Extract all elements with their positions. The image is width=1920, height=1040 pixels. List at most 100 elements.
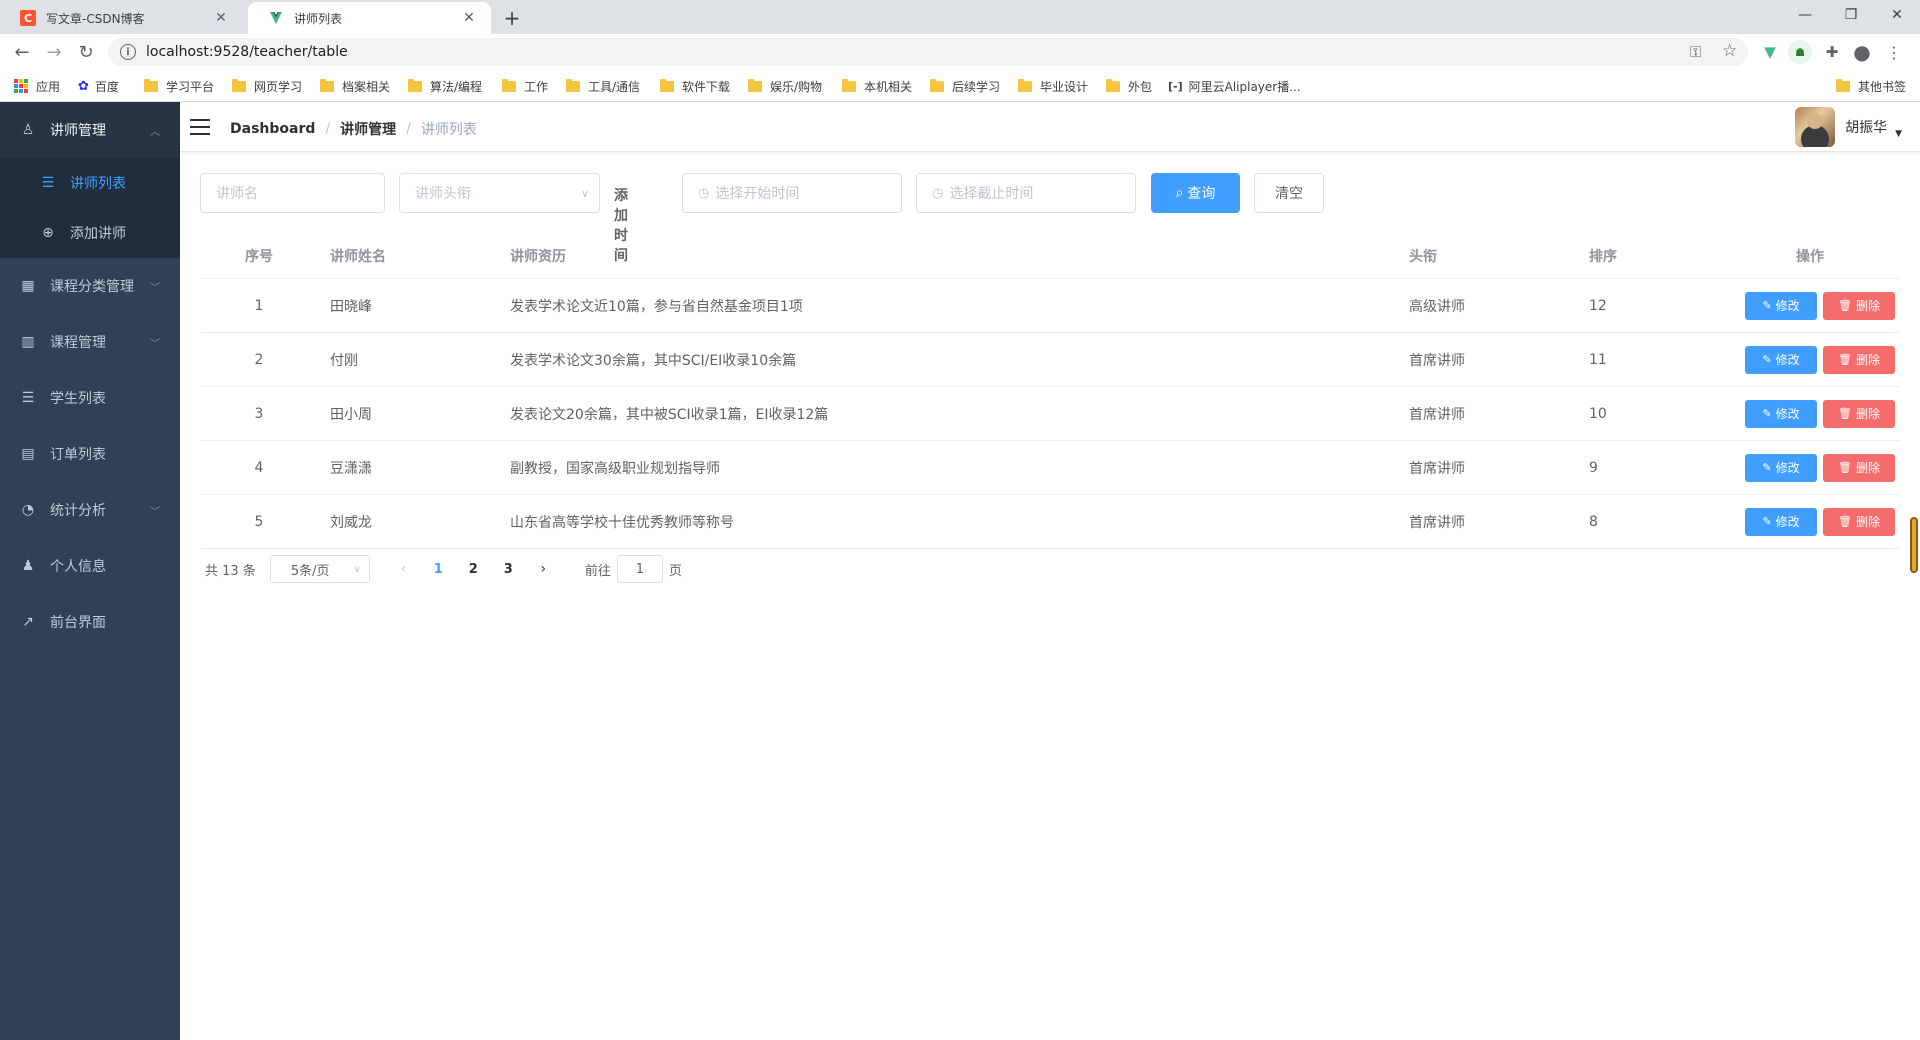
sidebar-item-add-teacher[interactable]: ⊕ 添加讲师 (0, 208, 180, 258)
user-dropdown[interactable]: 胡振华 ▼ (1795, 107, 1902, 147)
teacher-name-input[interactable]: 讲师名 (200, 173, 385, 213)
restore-button[interactable]: ❐ (1828, 0, 1874, 30)
bookmark-baidu[interactable]: ✿ 百度 (78, 77, 119, 95)
window-close-button[interactable]: ✕ (1874, 0, 1920, 30)
bookmark-folder[interactable]: 后续学习 (930, 77, 1000, 95)
start-time-picker[interactable]: ◷ 选择开始时间 (682, 173, 902, 213)
edit-icon: ✎ (1762, 515, 1772, 528)
bookmark-folder[interactable]: 毕业设计 (1018, 77, 1088, 95)
extension-icon[interactable]: ☗ (1788, 40, 1812, 64)
reload-icon[interactable]: ↻ (72, 38, 100, 66)
bookmark-folder[interactable]: 工作 (502, 77, 548, 95)
edit-button[interactable]: ✎ 修改 (1745, 399, 1817, 428)
teacher-title-select[interactable]: 讲师头衔 ∨ (399, 173, 600, 213)
address-url[interactable]: localhost:9528/teacher/table (146, 44, 348, 60)
delete-button[interactable]: 🗑 删除 (1823, 399, 1895, 428)
avatar[interactable] (1795, 107, 1836, 147)
clear-button[interactable]: 清空 (1254, 173, 1324, 213)
delete-button[interactable]: 🗑 删除 (1823, 291, 1895, 320)
bookmark-folder[interactable]: 学习平台 (144, 77, 214, 95)
bookmark-star-icon[interactable]: ☆ (1722, 41, 1737, 61)
tab-title: 讲师列表 (294, 11, 343, 26)
document-icon: ▤ (21, 446, 35, 462)
scrollbar-thumb[interactable] (1910, 517, 1918, 573)
sidebar-item-label: 讲师管理 (50, 123, 106, 139)
caret-down-icon[interactable]: ▼ (1895, 129, 1902, 139)
key-icon[interactable]: ⚿ (1690, 43, 1701, 61)
bookmark-folder[interactable]: 工具/通信 (566, 77, 640, 95)
edit-button[interactable]: ✎ 修改 (1745, 345, 1817, 374)
input-placeholder: 讲师名 (216, 186, 258, 202)
bookmark-label: 其他书签 (1858, 79, 1907, 94)
bookmark-folder[interactable]: 娱乐/购物 (748, 77, 822, 95)
sidebar-item-course-management[interactable]: ▥ 课程管理 ﹀ (0, 314, 180, 370)
bookmark-folder[interactable]: 本机相关 (842, 77, 912, 95)
page-size-select[interactable]: 5条/页 ∨ (269, 555, 370, 583)
tab-close-icon[interactable]: ✕ (461, 10, 477, 26)
column-header: 序号 (245, 248, 273, 265)
username[interactable]: 胡振华 (1845, 117, 1887, 137)
sidebar-item-label: 订单列表 (50, 447, 106, 463)
breadcrumb-separator: / (325, 121, 331, 137)
bookmark-folder[interactable]: 档案相关 (320, 77, 390, 95)
page-number[interactable]: 3 (491, 562, 526, 577)
sidebar-item-course-category[interactable]: ▦ 课程分类管理 ﹀ (0, 258, 180, 314)
tab-close-icon[interactable]: ✕ (213, 10, 229, 26)
cell-name: 豆潇潇 (330, 460, 372, 477)
extensions-puzzle-icon[interactable]: ✚ (1820, 40, 1844, 64)
bookmark-folder[interactable]: 软件下载 (660, 77, 730, 95)
sidebar-item-teacher-management[interactable]: ♙ 讲师管理 ︿ (0, 102, 180, 158)
sidebar-item-label: 前台界面 (50, 615, 106, 631)
delete-button[interactable]: 🗑 删除 (1823, 453, 1895, 482)
apps-grid-icon (14, 79, 28, 93)
vue-devtools-extension-icon[interactable]: ▼ (1758, 40, 1782, 64)
edit-button[interactable]: ✎ 修改 (1745, 507, 1817, 536)
breadcrumb-dashboard[interactable]: Dashboard (230, 121, 315, 137)
back-arrow-icon[interactable]: ← (8, 38, 36, 66)
delete-button[interactable]: 🗑 删除 (1823, 507, 1895, 536)
cell-actions: ✎ 修改 🗑 删除 (1739, 387, 1895, 440)
new-tab-button[interactable]: + (498, 4, 526, 32)
browser-tab-teacher-list[interactable]: 讲师列表 ✕ (248, 2, 491, 34)
cell-sort: 9 (1589, 459, 1598, 476)
sidebar-item-order-list[interactable]: ▤ 订单列表 (0, 426, 180, 482)
cell-title: 首席讲师 (1409, 460, 1465, 477)
other-bookmarks[interactable]: 其他书签 (1836, 77, 1906, 95)
bookmark-label: 网页学习 (254, 79, 303, 94)
bookmark-aliplayer[interactable]: [-] 阿里云Aliplayer播... (1168, 77, 1301, 95)
sidebar-item-statistics[interactable]: ◔ 统计分析 ﹀ (0, 482, 180, 538)
prev-page-icon[interactable]: ‹ (386, 561, 421, 577)
browser-menu-icon[interactable]: ⋮ (1882, 40, 1906, 64)
sidebar-item-profile[interactable]: ♟ 个人信息 (0, 538, 180, 594)
browser-tab-csdn[interactable]: C 写文章-CSDN博客 ✕ (0, 2, 243, 34)
bookmark-folder[interactable]: 网页学习 (232, 77, 302, 95)
sidebar-item-student-list[interactable]: ☰ 学生列表 (0, 370, 180, 426)
plus-circle-icon: ⊕ (42, 225, 54, 241)
sidebar-item-teacher-list[interactable]: ☰ 讲师列表 (0, 158, 180, 208)
minimize-button[interactable]: — (1782, 0, 1828, 30)
chevron-down-icon: ﹀ (150, 506, 160, 518)
breadcrumb: Dashboard / 讲师管理 / 讲师列表 (230, 119, 477, 139)
edit-button[interactable]: ✎ 修改 (1745, 453, 1817, 482)
goto-page-input[interactable]: 1 (616, 555, 663, 583)
sidebar-item-frontend[interactable]: ↗ 前台界面 (0, 594, 180, 650)
end-time-picker[interactable]: ◷ 选择截止时间 (916, 173, 1136, 213)
bookmark-folder[interactable]: 外包 (1106, 77, 1152, 95)
profile-avatar-icon[interactable]: ● (1850, 40, 1874, 64)
cell-name: 刘威龙 (330, 514, 372, 531)
page-number[interactable]: 2 (456, 562, 491, 577)
site-info-icon[interactable]: i (120, 44, 136, 60)
next-page-icon[interactable]: › (526, 561, 561, 577)
bookmark-folder[interactable]: 算法/编程 (408, 77, 482, 95)
address-bar[interactable]: i localhost:9528/teacher/table (108, 38, 1748, 66)
hamburger-menu-icon[interactable] (190, 119, 210, 135)
query-button[interactable]: ⌕ 查询 (1151, 173, 1240, 213)
input-placeholder: 选择开始时间 (715, 186, 800, 202)
chevron-down-icon: ∨ (580, 186, 589, 200)
bookmark-apps[interactable]: 应用 (14, 77, 60, 95)
cell-index: 2 (254, 351, 264, 368)
edit-button[interactable]: ✎ 修改 (1745, 291, 1817, 320)
forward-arrow-icon[interactable]: → (40, 38, 68, 66)
delete-button[interactable]: 🗑 删除 (1823, 345, 1895, 374)
page-number[interactable]: 1 (421, 562, 456, 577)
